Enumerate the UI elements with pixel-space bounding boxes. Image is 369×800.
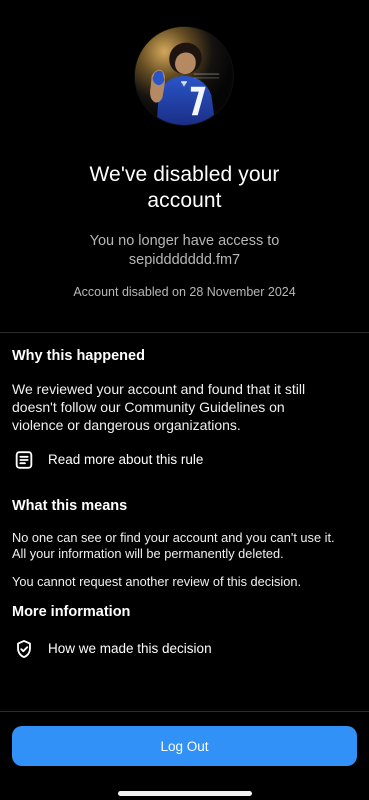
profile-photo bbox=[135, 27, 233, 125]
log-out-button[interactable]: Log Out bbox=[12, 726, 357, 766]
why-line: We reviewed your account and found that … bbox=[12, 381, 306, 397]
section-divider bbox=[0, 332, 369, 333]
read-more-rule-label: Read more about this rule bbox=[48, 452, 204, 467]
means-description: No one can see or find your account and … bbox=[12, 530, 357, 562]
title-line: account bbox=[147, 189, 222, 212]
disabled-account-screen: We've disabled your account You no longe… bbox=[0, 0, 369, 800]
home-indicator[interactable] bbox=[118, 791, 252, 796]
title-line: We've disabled your bbox=[89, 163, 280, 186]
why-description: We reviewed your account and found that … bbox=[12, 380, 357, 434]
why-line: doesn't follow our Community Guidelines … bbox=[12, 399, 285, 415]
section-title-why: Why this happened bbox=[12, 348, 145, 364]
username: sepiddddddd.fm7 bbox=[128, 252, 241, 268]
section-title-more: More information bbox=[12, 604, 131, 620]
how-we-made-decision-label: How we made this decision bbox=[48, 641, 212, 656]
means-line: No one can see or find your account and … bbox=[12, 530, 335, 545]
document-lines-icon bbox=[12, 448, 36, 472]
means-line: All your information will be permanently… bbox=[12, 546, 284, 561]
shield-check-icon bbox=[12, 637, 36, 661]
why-line: violence or dangerous organizations. bbox=[12, 417, 241, 433]
log-out-label: Log Out bbox=[160, 738, 209, 754]
how-we-made-decision-link[interactable]: How we made this decision bbox=[12, 637, 357, 661]
footer-divider bbox=[0, 711, 369, 712]
section-title-means: What this means bbox=[12, 498, 128, 514]
page-title: We've disabled your account bbox=[0, 162, 369, 214]
read-more-rule-link[interactable]: Read more about this rule bbox=[12, 448, 357, 472]
disabled-date: Account disabled on 28 November 2024 bbox=[73, 285, 296, 299]
profile-avatar bbox=[135, 27, 233, 125]
access-message: You no longer have access to sepiddddddd… bbox=[0, 232, 369, 270]
review-notice: You cannot request another review of thi… bbox=[12, 574, 302, 589]
subtitle-line: You no longer have access to bbox=[89, 233, 280, 249]
